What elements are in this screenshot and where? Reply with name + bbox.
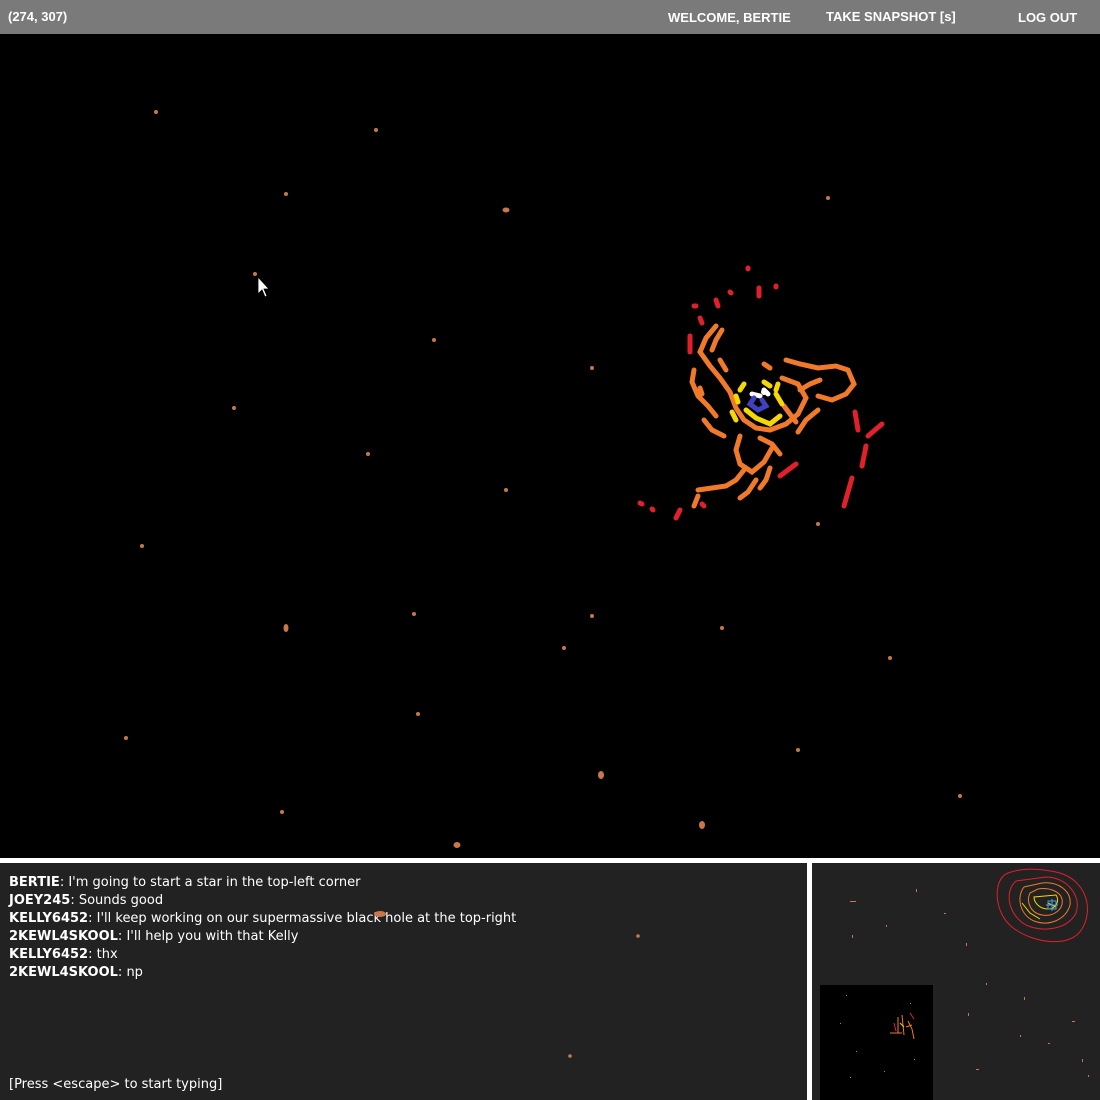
canvas-artwork xyxy=(124,110,962,848)
chat-message: JOEY245: Sounds good xyxy=(9,893,164,908)
chat-message: 2KEWL4SKOOL: I'll help you with that Kel… xyxy=(9,929,299,944)
mouse-pointer-icon xyxy=(257,275,270,298)
take-snapshot-button[interactable]: TAKE SNAPSHOT [s] xyxy=(826,9,956,24)
galaxy-drawing xyxy=(637,265,885,521)
chat-message: KELLY6452: I'll keep working on our supe… xyxy=(9,911,517,926)
chat-log: BERTIE: I'm going to start a star in the… xyxy=(9,874,516,982)
chat-message: 2KEWL4SKOOL: np xyxy=(9,965,143,980)
cursor-coordinates: (274, 307) xyxy=(8,9,68,24)
top-bar: (274, 307) WELCOME, BERTIE TAKE SNAPSHOT… xyxy=(0,0,1100,34)
chat-panel[interactable]: BERTIE: I'm going to start a star in the… xyxy=(0,863,807,1100)
chat-message: BERTIE: I'm going to start a star in the… xyxy=(9,875,361,890)
chat-message: KELLY6452: thx xyxy=(9,947,118,962)
minimap[interactable] xyxy=(812,863,1100,1100)
minimap-viewport xyxy=(820,985,933,1100)
drawing-canvas[interactable] xyxy=(0,34,1100,858)
star-dust xyxy=(124,110,962,848)
chat-input-hint[interactable]: [Press <escape> to start typing] xyxy=(9,1077,222,1092)
minimap-artwork xyxy=(820,868,1089,1100)
welcome-label: WELCOME, BERTIE xyxy=(668,10,791,25)
log-out-button[interactable]: LOG OUT xyxy=(1018,10,1077,25)
